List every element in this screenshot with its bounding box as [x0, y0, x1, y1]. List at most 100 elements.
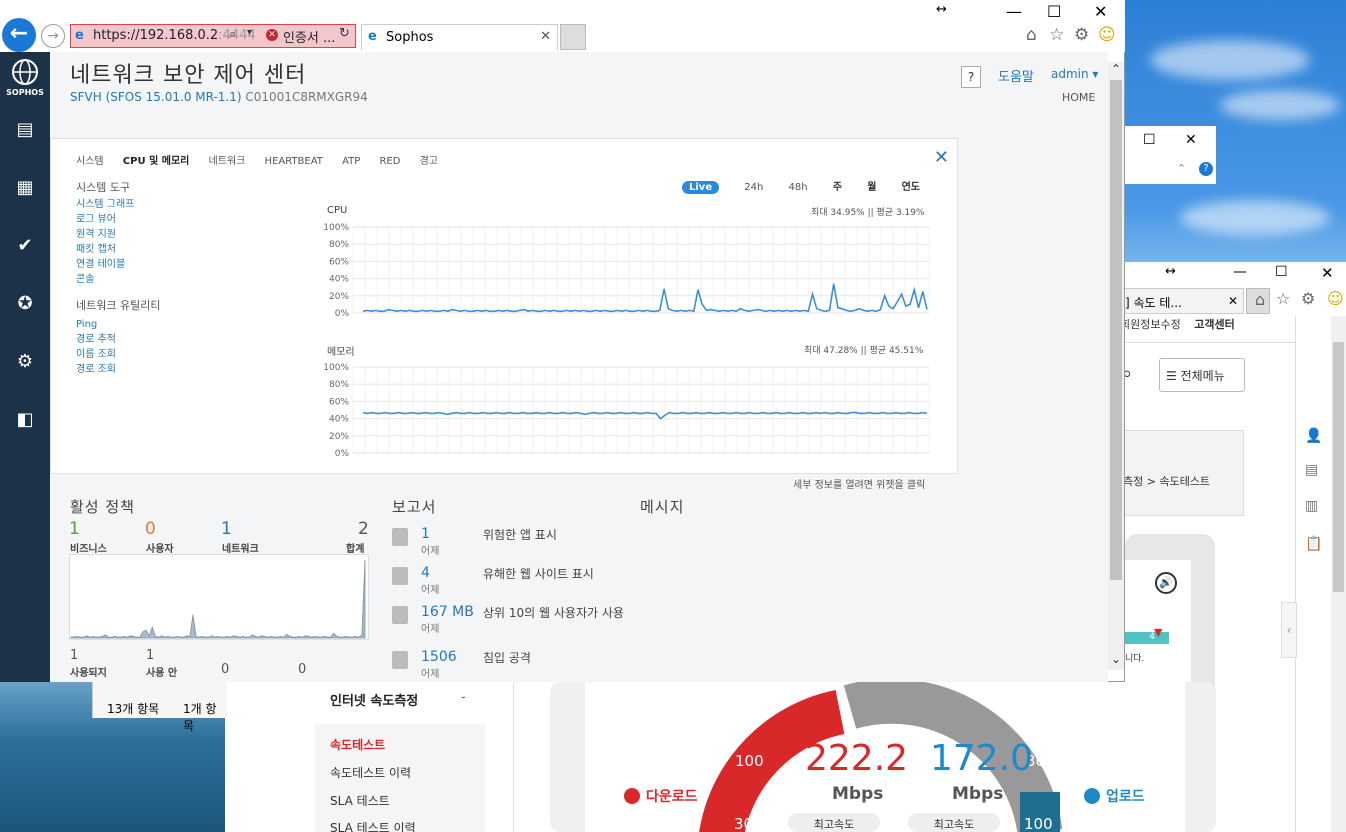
settings-gear-icon[interactable]: ⚙: [13, 350, 37, 374]
refresh-icon[interactable]: ↻: [339, 26, 350, 41]
gear-icon[interactable]: ⚙: [1301, 289, 1315, 308]
cert-error-icon[interactable]: ✕: [266, 29, 278, 41]
tab-heartbeat[interactable]: HEARTBEAT: [265, 156, 323, 167]
link-console[interactable]: 콘솔: [76, 272, 134, 287]
link-route-lookup[interactable]: 경로 조회: [76, 362, 116, 377]
policy-total-count[interactable]: 2: [358, 519, 369, 539]
link-name-lookup[interactable]: 이름 조회: [76, 347, 116, 362]
minimize-icon[interactable]: —: [1006, 2, 1022, 21]
shield-check-icon[interactable]: ✔: [13, 234, 37, 258]
menu-item-sla-test[interactable]: SLA 테스트: [330, 792, 390, 809]
resize-icon: ↔: [936, 2, 947, 17]
admin-menu[interactable]: admin ▾: [1051, 67, 1098, 81]
scroll-down-icon[interactable]: ⌄: [1108, 652, 1124, 666]
report-web-users-value[interactable]: 167 MB: [421, 604, 474, 620]
report-bad-sites-value[interactable]: 4: [421, 565, 430, 581]
search-icon[interactable]: ⌕: [229, 27, 236, 42]
favorites-star-icon[interactable]: ☆: [1276, 289, 1290, 308]
cpu-chart[interactable]: 100% 80% 60% 40% 20% 0%: [313, 221, 933, 321]
tab-red[interactable]: RED: [379, 156, 400, 167]
back-button[interactable]: ←: [2, 18, 36, 52]
close-tab-icon[interactable]: ✕: [1228, 294, 1238, 308]
reports-icon[interactable]: ▦: [13, 176, 37, 200]
scroll-up-icon[interactable]: ⌃: [1108, 62, 1124, 76]
report-risky-apps-label[interactable]: 위험한 앱 표시: [483, 527, 633, 543]
side-collapse-handle[interactable]: ‹: [1281, 602, 1297, 658]
smiley-icon[interactable]: ☺: [1327, 289, 1344, 308]
link-ping[interactable]: Ping: [76, 317, 116, 332]
cert-error-label[interactable]: 인증서 ...: [283, 27, 335, 46]
clipboard-icon[interactable]: 📋: [1305, 536, 1322, 552]
tab-network[interactable]: 네트워크: [209, 156, 246, 167]
user-search-icon[interactable]: 👤: [1305, 428, 1322, 444]
favorites-star-icon[interactable]: ☆: [1049, 25, 1064, 45]
link-connection-table[interactable]: 연결 테이블: [76, 257, 134, 272]
link-system-graph[interactable]: 시스템 그래프: [76, 197, 134, 212]
minimize-icon[interactable]: —: [1233, 264, 1247, 280]
chevron-up-icon[interactable]: ⌃: [1177, 162, 1186, 175]
link-remote-support[interactable]: 원격 지원: [76, 227, 134, 242]
breadcrumb-home[interactable]: HOME: [1062, 91, 1095, 104]
menu-item-sla-history[interactable]: SLA 테스트 이력: [330, 819, 416, 832]
link-packet-capture[interactable]: 패킷 캡처: [76, 242, 134, 257]
range-48h[interactable]: 48h: [789, 182, 808, 193]
close-icon[interactable]: ✕: [1321, 264, 1334, 282]
policy-user-count[interactable]: 0: [145, 519, 156, 539]
report-risky-apps-value[interactable]: 1: [421, 526, 430, 542]
network-utils-heading: 네트워크 유틸리티: [76, 299, 161, 312]
menu-item-speedtest-history[interactable]: 속도테스트 이력: [330, 764, 411, 781]
close-window-icon[interactable]: ✕: [1094, 2, 1107, 21]
report-search-icon[interactable]: ▥: [1305, 498, 1318, 514]
range-month[interactable]: 월: [867, 182, 876, 193]
close-icon[interactable]: ✕: [1185, 132, 1197, 148]
tab-alerts[interactable]: 경고: [420, 156, 438, 167]
report-web-users-label[interactable]: 상위 10의 웹 사용자가 사용: [483, 605, 633, 621]
collapse-icon[interactable]: -: [461, 690, 466, 705]
close-panel-icon[interactable]: ✕: [934, 147, 949, 168]
forward-button[interactable]: →: [41, 24, 65, 48]
cpu-chart-label: CPU: [327, 205, 348, 216]
home-icon[interactable]: ⌂: [1026, 25, 1037, 45]
monitor-icon[interactable]: ▤: [13, 118, 37, 142]
memory-chart[interactable]: 100% 80% 60% 40% 20% 0%: [313, 361, 933, 461]
protect-gear-icon[interactable]: ✪: [13, 292, 37, 316]
home-icon[interactable]: ⌂: [1255, 290, 1265, 309]
range-year[interactable]: 연도: [902, 182, 920, 193]
report-bad-sites-label[interactable]: 유해한 웹 사이트 표시: [483, 566, 633, 582]
policy-network-count[interactable]: 1: [221, 519, 232, 539]
range-week[interactable]: 주: [833, 182, 842, 193]
link-log-viewer[interactable]: 로그 뷰어: [76, 212, 134, 227]
full-menu-button[interactable]: ☰ 전체메뉴: [1159, 358, 1245, 392]
gear-icon[interactable]: ⚙: [1074, 25, 1089, 45]
tab-speedtest[interactable]: ] 속도 테...: [1125, 296, 1182, 310]
report-intrusion-value[interactable]: 1506: [421, 649, 457, 665]
help-icon[interactable]: ?: [1199, 162, 1213, 176]
tab-system[interactable]: 시스템: [76, 156, 104, 167]
report-intrusion-label[interactable]: 침입 공격: [483, 650, 633, 666]
top-link-member[interactable]: 회원정보수정: [1120, 318, 1181, 331]
tab-sophos[interactable]: e Sophos ✕: [361, 24, 558, 50]
tab-atp[interactable]: ATP: [342, 156, 360, 167]
tab-cpu-memory[interactable]: CPU 및 메모리: [123, 156, 190, 167]
top-link-support[interactable]: 고객센터: [1194, 318, 1234, 331]
help-link[interactable]: 도움말: [998, 66, 1034, 85]
page-scrollbar[interactable]: ⌃ ⌄: [1108, 62, 1124, 670]
new-tab-button[interactable]: [560, 24, 586, 50]
maximize-icon[interactable]: ☐: [1047, 2, 1061, 21]
link-traceroute[interactable]: 경로 추적: [76, 332, 116, 347]
help-question-button[interactable]: ?: [961, 66, 981, 88]
box-icon[interactable]: ◧: [13, 408, 37, 432]
policy-traffic-chart[interactable]: [69, 554, 369, 640]
scrollbar-thumb[interactable]: [1110, 80, 1122, 580]
smiley-icon[interactable]: ☺: [1098, 25, 1116, 45]
maximize-icon[interactable]: ☐: [1275, 264, 1288, 280]
range-24h[interactable]: 24h: [744, 182, 763, 193]
speaker-icon[interactable]: 🔊: [1155, 572, 1177, 594]
policy-business-count[interactable]: 1: [69, 519, 80, 539]
messages-title: 메시지: [640, 498, 685, 516]
chevron-down-icon[interactable]: ▾: [247, 27, 252, 38]
doc-search-icon[interactable]: ▤: [1305, 462, 1318, 478]
menu-item-speedtest[interactable]: 속도테스트: [330, 736, 385, 753]
range-live[interactable]: Live: [682, 181, 720, 194]
close-tab-icon[interactable]: ✕: [540, 29, 551, 44]
